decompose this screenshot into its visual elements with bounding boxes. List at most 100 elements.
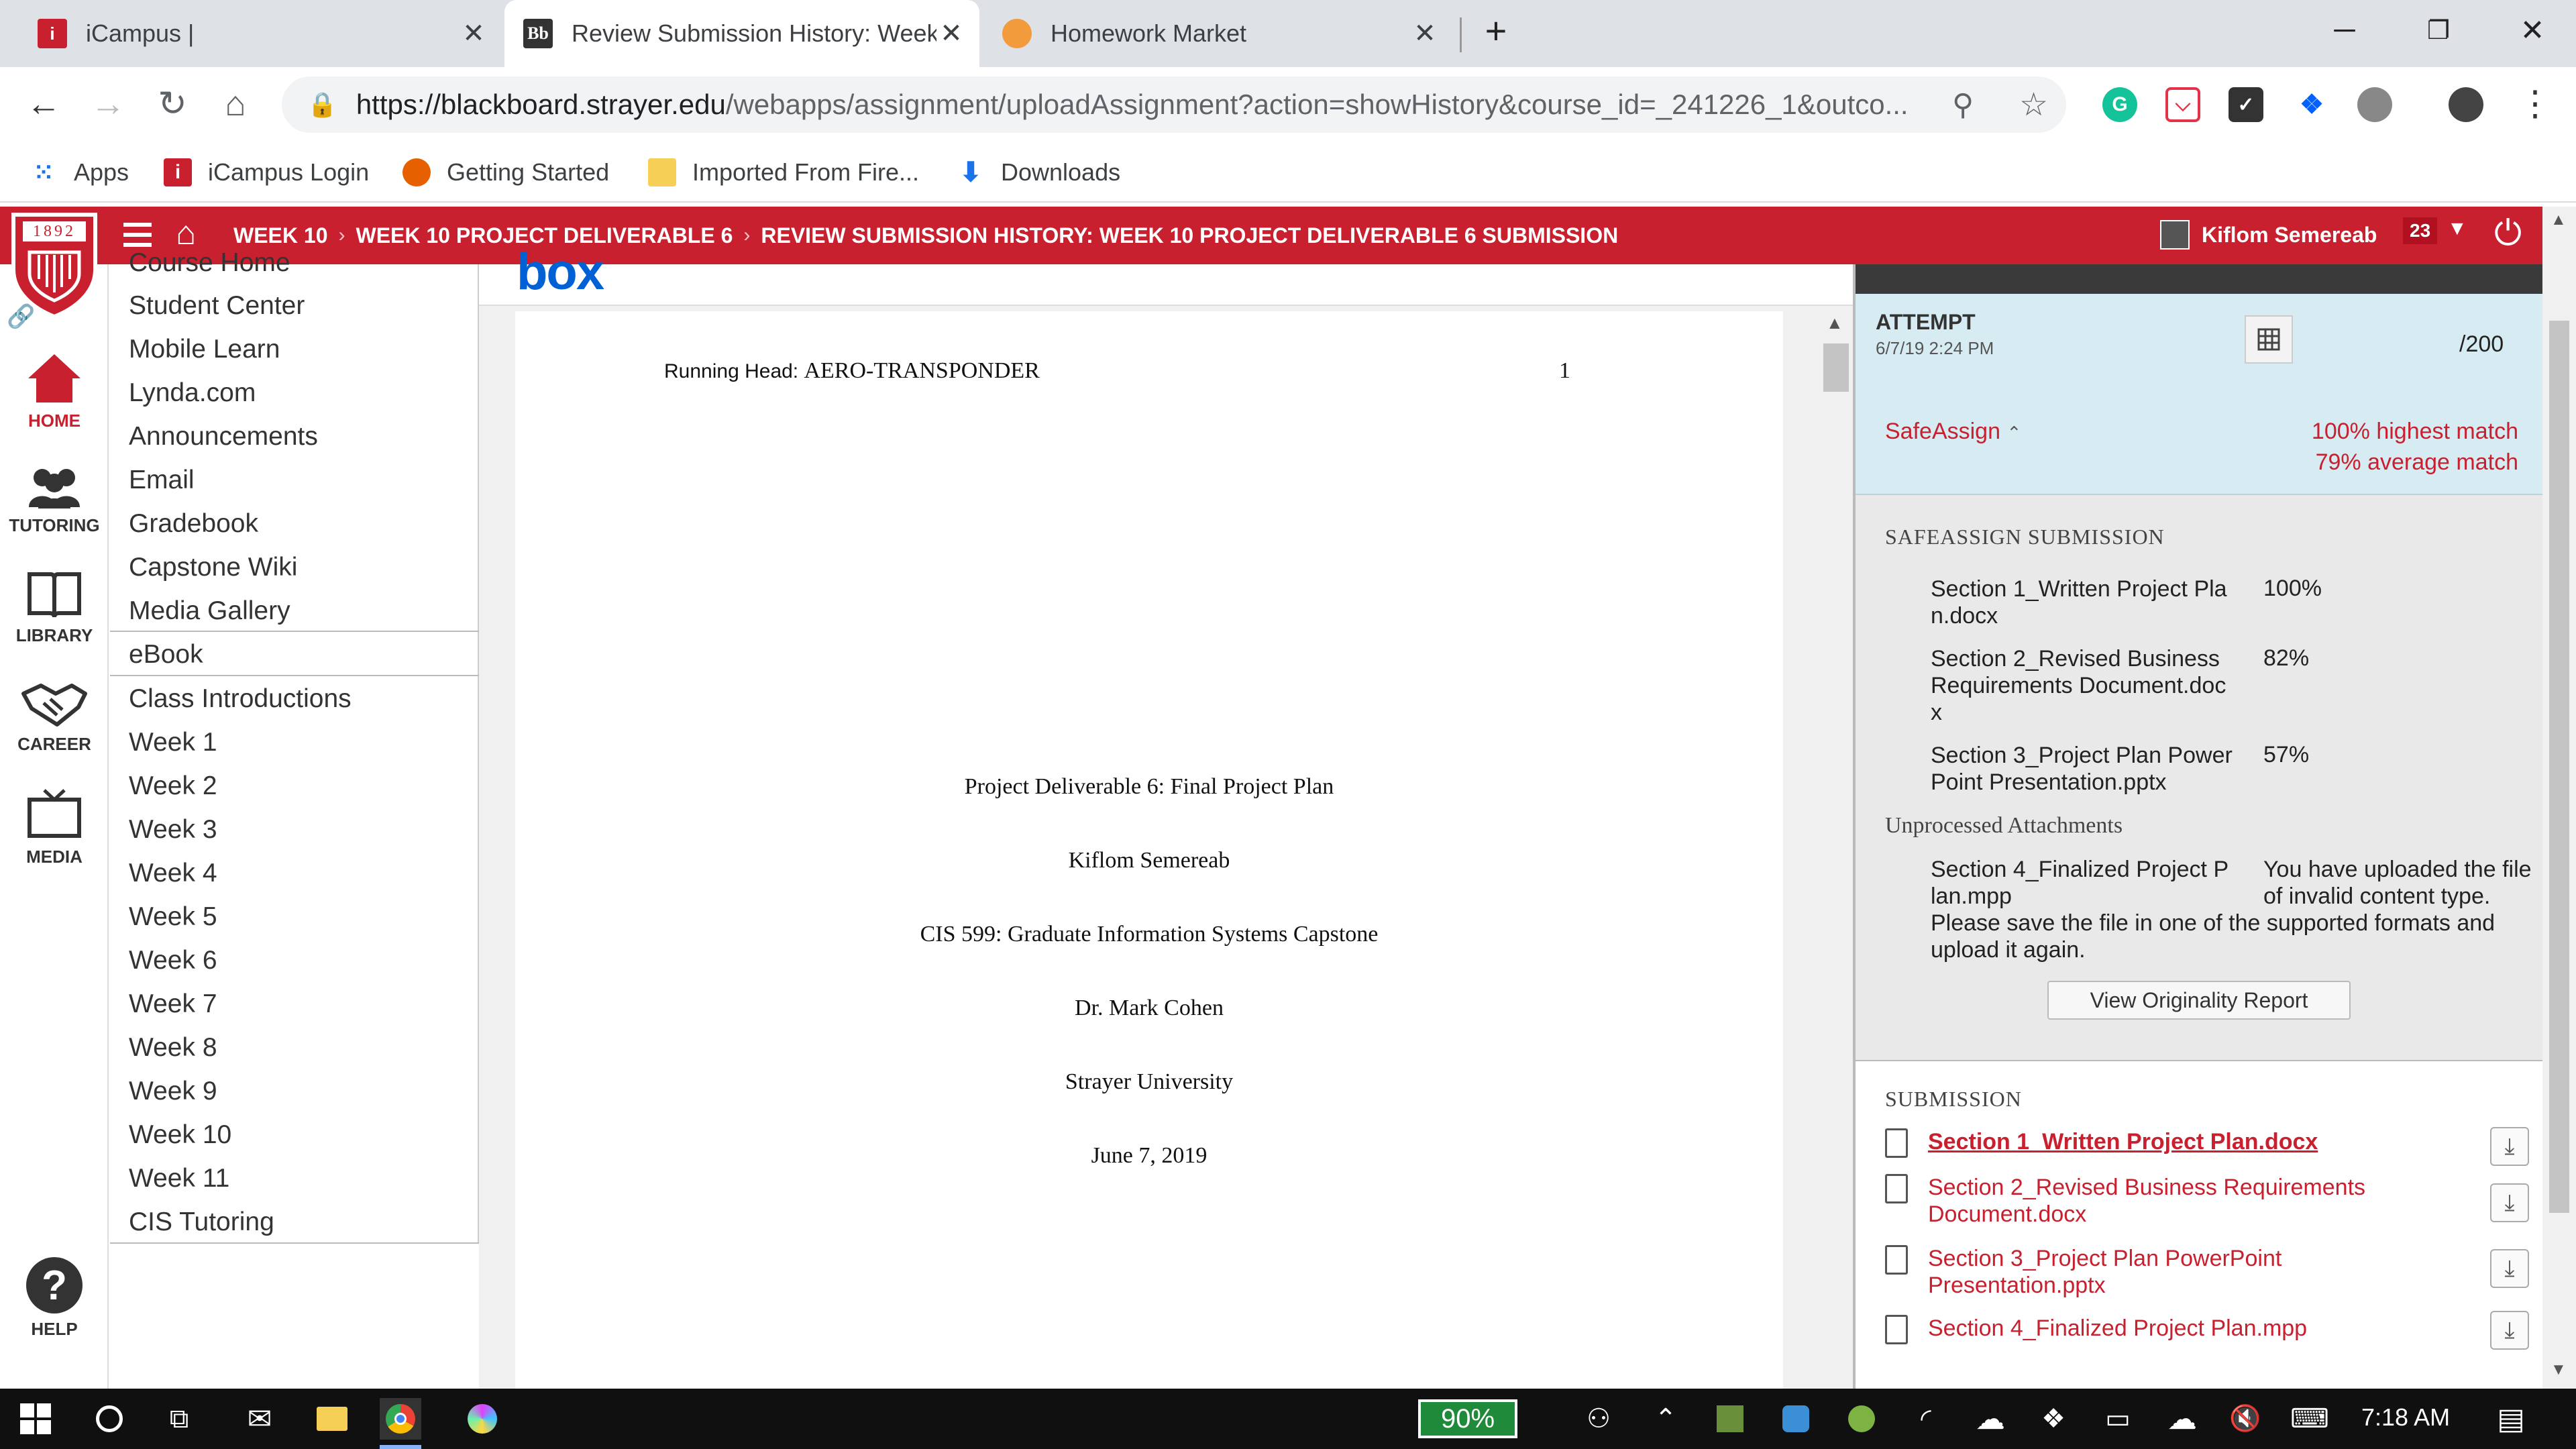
tab-homework-market[interactable]: Homework Market ✕ (983, 0, 1453, 67)
grammarly-icon[interactable]: G (2102, 87, 2137, 122)
course-menu-item[interactable]: Week 7 (129, 989, 217, 1019)
scrollbar-thumb[interactable] (2549, 321, 2569, 1213)
close-tab-icon[interactable]: ✕ (1410, 18, 1440, 49)
course-menu-item[interactable]: Student Center (129, 291, 305, 321)
course-menu-item[interactable]: Mobile Learn (129, 335, 280, 364)
download-icon[interactable]: ⤓ (2490, 1249, 2529, 1288)
tab-review-submission[interactable]: Bb Review Submission History: Week ✕ (504, 0, 979, 67)
download-icon[interactable]: ⤓ (2490, 1127, 2529, 1166)
page-scrollbar[interactable]: ▲ ▼ (2542, 207, 2576, 1389)
back-arrow-icon[interactable]: ← (20, 80, 67, 127)
submission-file-3[interactable]: Section 3_Project Plan PowerPoint Presen… (1885, 1245, 2529, 1299)
rail-library[interactable]: LIBRARY (0, 568, 109, 646)
strayer-logo[interactable]: 1892 (9, 212, 99, 319)
scroll-down-icon[interactable]: ▼ (2551, 1360, 2567, 1379)
close-tab-icon[interactable]: ✕ (459, 18, 488, 49)
scroll-up-icon[interactable]: ▲ (1826, 313, 1843, 333)
battery-icon[interactable]: ▭ (2097, 1398, 2139, 1440)
course-menu-item[interactable]: Week 4 (129, 859, 217, 888)
course-menu-item[interactable]: Week 11 (129, 1164, 229, 1193)
volume-muted-icon[interactable]: 🔇 (2224, 1398, 2266, 1440)
bookmark-downloads[interactable]: ⬇ Downloads (957, 142, 1120, 203)
course-menu-item[interactable]: Week 6 (129, 946, 217, 975)
mail-icon[interactable]: ✉ (239, 1398, 280, 1440)
chevron-up-icon[interactable]: ⌃ (1645, 1398, 1686, 1440)
submission-file-1[interactable]: Section 1_Written Project Plan.docx (1885, 1128, 2529, 1158)
file-explorer-icon[interactable] (311, 1398, 353, 1440)
course-menu-item[interactable]: Lynda.com (129, 378, 256, 408)
course-menu-item[interactable]: Week 9 (129, 1077, 217, 1106)
rail-home[interactable]: HOME (0, 352, 109, 431)
safeassign-toggle[interactable]: SafeAssign ⌃ (1885, 419, 2021, 445)
course-menu-item[interactable]: Announcements (129, 422, 318, 451)
windows-start-icon[interactable] (15, 1398, 56, 1440)
submission-file-4[interactable]: Section 4_Finalized Project Plan.mpp (1885, 1315, 2529, 1344)
submission-file-2[interactable]: Section 2_Revised Business Requirements … (1885, 1174, 2529, 1228)
profile-avatar-icon[interactable] (2449, 87, 2483, 122)
download-icon[interactable]: ⤓ (2490, 1183, 2529, 1222)
file-link[interactable]: Section 4_Finalized Project Plan.mpp (1928, 1315, 2418, 1342)
hamburger-menu-icon[interactable] (123, 223, 152, 247)
file-link[interactable]: Section 1_Written Project Plan.docx (1928, 1128, 2418, 1155)
extension-circle-icon[interactable] (2357, 87, 2392, 122)
tray-app-icon[interactable] (1841, 1398, 1882, 1440)
wifi-icon[interactable]: ◜ (1905, 1398, 1947, 1440)
scroll-up-icon[interactable]: ▲ (2551, 211, 2567, 229)
close-window-button[interactable]: ✕ (2489, 0, 2576, 60)
reload-icon[interactable]: ↻ (149, 80, 196, 127)
bookmark-icampus-login[interactable]: i iCampus Login (164, 142, 369, 203)
course-menu-item[interactable]: Email (129, 466, 195, 495)
rail-help[interactable]: ? HELP (0, 1257, 109, 1340)
course-menu-item[interactable]: Week 1 (129, 728, 217, 757)
cortana-search-icon[interactable] (89, 1398, 130, 1440)
course-menu-item[interactable]: Media Gallery (129, 596, 290, 626)
bookmark-star-icon[interactable]: ☆ (2019, 86, 2048, 123)
more-menu-icon[interactable]: ⋮ (2512, 80, 2559, 127)
course-menu-item[interactable]: Week 10 (129, 1120, 231, 1150)
course-menu-item[interactable]: eBook (129, 640, 203, 669)
battery-indicator[interactable]: 90% (1418, 1399, 1517, 1438)
breadcrumb-week-10[interactable]: WEEK 10 (233, 223, 327, 248)
address-bar[interactable]: 🔒 https://blackboard.strayer.edu/webapps… (282, 76, 2066, 133)
tray-app-icon[interactable] (1775, 1398, 1817, 1440)
user-avatar[interactable] (2160, 220, 2190, 250)
file-link[interactable]: Section 2_Revised Business Requirements … (1928, 1174, 2418, 1228)
zoom-icon[interactable]: ⚲ (1952, 88, 1974, 122)
forward-arrow-icon[interactable]: → (85, 80, 131, 127)
clock[interactable]: 7:18 AM (2361, 1403, 2450, 1432)
onedrive-cloud-icon[interactable]: ☁ (1970, 1398, 2011, 1440)
chevron-down-icon[interactable]: ▼ (2447, 217, 2467, 240)
chrome-icon[interactable] (380, 1398, 421, 1440)
home-icon[interactable]: ⌂ (212, 80, 259, 127)
course-menu-item[interactable]: Gradebook (129, 509, 258, 539)
rail-media[interactable]: MEDIA (0, 788, 109, 867)
power-logout-icon[interactable]: ⏻ (2494, 213, 2522, 254)
course-menu-item[interactable]: CIS Tutoring (129, 1208, 274, 1237)
minimize-button[interactable]: ─ (2301, 0, 2388, 60)
bookmark-getting-started[interactable]: Getting Started (402, 142, 609, 203)
dropbox-icon[interactable]: ❖ (2033, 1398, 2074, 1440)
course-menu-item[interactable]: Week 3 (129, 815, 217, 845)
course-menu-item[interactable]: Week 2 (129, 771, 217, 801)
download-icon[interactable]: ⤓ (2490, 1311, 2529, 1350)
keyboard-icon[interactable]: ⌨ (2289, 1398, 2330, 1440)
dropbox-icon[interactable]: ❖ (2294, 87, 2329, 122)
new-tab-button[interactable]: + (1462, 0, 1529, 60)
tray-app-icon[interactable] (1709, 1398, 1751, 1440)
course-menu-item[interactable]: Class Introductions (129, 684, 352, 714)
grid-view-icon[interactable] (2245, 315, 2293, 364)
document-scrollbar[interactable]: ▲ (1818, 306, 1853, 1389)
course-menu-item[interactable]: Capstone Wiki (129, 553, 297, 582)
bookmark-imported-from-firefox[interactable]: Imported From Fire... (648, 142, 919, 203)
close-tab-icon[interactable]: ✕ (936, 18, 966, 49)
course-menu-item[interactable]: Week 5 (129, 902, 217, 932)
restore-button[interactable]: ❐ (2395, 0, 2482, 60)
task-view-icon[interactable]: ⧉ (158, 1398, 200, 1440)
pocket-icon[interactable]: ⌵ (2165, 87, 2200, 122)
cloud-upload-icon[interactable]: ☁ (2161, 1398, 2203, 1440)
notification-badge[interactable]: 23 (2403, 217, 2438, 244)
course-menu-item[interactable]: Week 8 (129, 1033, 217, 1063)
user-name[interactable]: Kiflom Semereab (2202, 223, 2377, 248)
view-originality-report-button[interactable]: View Originality Report (2047, 981, 2351, 1020)
extension-icon[interactable]: ✓ (2229, 87, 2263, 122)
